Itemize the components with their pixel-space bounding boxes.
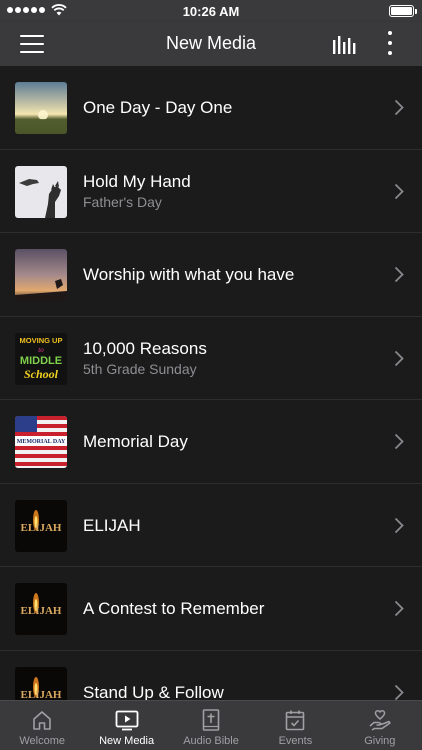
tab-label: Welcome xyxy=(19,735,66,747)
chevron-right-icon xyxy=(394,266,404,283)
tab-bar: Welcome New Media Audio Bible Events Giv… xyxy=(0,700,422,750)
media-list-item[interactable]: MEMORIAL DAY Memorial Day xyxy=(0,400,422,484)
page-title: New Media xyxy=(165,33,257,53)
svg-text:to: to xyxy=(38,346,44,354)
bible-icon xyxy=(202,709,220,731)
chevron-right-icon xyxy=(394,433,404,450)
home-icon xyxy=(33,711,52,730)
svg-text:ELIJAH: ELIJAH xyxy=(21,689,62,701)
svg-text:MIDDLE: MIDDLE xyxy=(20,355,62,367)
tab-label: Audio Bible xyxy=(183,735,239,747)
svg-text:MOVING UP: MOVING UP xyxy=(20,336,63,345)
media-title: Hold My Hand xyxy=(83,172,191,191)
media-list-item[interactable]: One Day - Day One xyxy=(0,66,422,150)
media-title: Worship with what you have xyxy=(83,265,295,284)
tab-audio-bible[interactable]: Audio Bible xyxy=(169,701,253,750)
media-subtitle: 5th Grade Sunday xyxy=(83,361,197,377)
media-subtitle: Father's Day xyxy=(83,194,162,210)
tab-label: New Media xyxy=(99,735,155,747)
media-thumbnail xyxy=(15,82,67,134)
chevron-right-icon xyxy=(394,350,404,366)
media-list-item[interactable]: ELIJAH Stand Up & Follow xyxy=(0,650,422,701)
media-thumbnail: ELIJAH xyxy=(15,666,67,701)
media-thumbnail: ELIJAH xyxy=(15,583,67,635)
svg-text:ELIJAH: ELIJAH xyxy=(21,605,62,617)
media-list-item[interactable]: Hold My Hand Father's Day xyxy=(0,149,422,233)
media-thumbnail: MOVING UP to MIDDLE School xyxy=(15,332,67,385)
navigation-bar: New Media xyxy=(0,22,422,66)
media-thumbnail: ELIJAH xyxy=(15,499,67,552)
battery-icon xyxy=(389,5,417,17)
tab-label: Giving xyxy=(364,735,396,747)
media-list-item[interactable]: ELIJAH A Contest to Remember xyxy=(0,567,422,651)
chevron-right-icon xyxy=(394,684,404,700)
media-title: Memorial Day xyxy=(83,432,188,451)
svg-text:School: School xyxy=(24,367,59,381)
chevron-right-icon xyxy=(394,183,404,199)
media-title: Stand Up & Follow xyxy=(83,682,224,701)
hand-heart-icon xyxy=(369,710,391,731)
more-options-icon[interactable] xyxy=(384,31,396,55)
tab-events[interactable]: Events xyxy=(253,701,337,750)
status-time: 10:26 AM xyxy=(182,4,240,19)
status-bar: 10:26 AM xyxy=(0,0,422,22)
media-list-item[interactable]: Worship with what you have xyxy=(0,233,422,317)
media-list-item[interactable]: ELIJAH ELIJAH xyxy=(0,483,422,567)
app-screen: 10:26 AM New Media One Day - Day One Hol… xyxy=(0,0,422,750)
media-title: ELIJAH xyxy=(83,515,141,535)
chevron-right-icon xyxy=(394,99,404,116)
audio-levels-icon[interactable] xyxy=(332,34,358,54)
tv-play-icon xyxy=(115,710,139,731)
tab-label: Events xyxy=(278,735,313,747)
media-list: One Day - Day One Hold My Hand Father's … xyxy=(0,66,422,700)
svg-text:MEMORIAL DAY: MEMORIAL DAY xyxy=(17,439,66,445)
media-thumbnail: MEMORIAL DAY xyxy=(15,416,67,468)
svg-text:ELIJAH: ELIJAH xyxy=(21,522,62,534)
chevron-right-icon xyxy=(394,517,404,533)
media-thumbnail xyxy=(15,165,67,218)
media-title: One Day - Day One xyxy=(83,98,233,117)
chevron-right-icon xyxy=(394,600,404,617)
media-title: A Contest to Remember xyxy=(83,599,265,618)
tab-new-media[interactable]: New Media xyxy=(84,701,168,750)
media-thumbnail xyxy=(15,249,67,301)
media-title: 10,000 Reasons xyxy=(83,339,207,358)
calendar-check-icon xyxy=(286,710,305,731)
tab-giving[interactable]: Giving xyxy=(338,701,422,750)
media-list-item[interactable]: MOVING UP to MIDDLE School 10,000 Reason… xyxy=(0,316,422,400)
tab-welcome[interactable]: Welcome xyxy=(0,701,84,750)
